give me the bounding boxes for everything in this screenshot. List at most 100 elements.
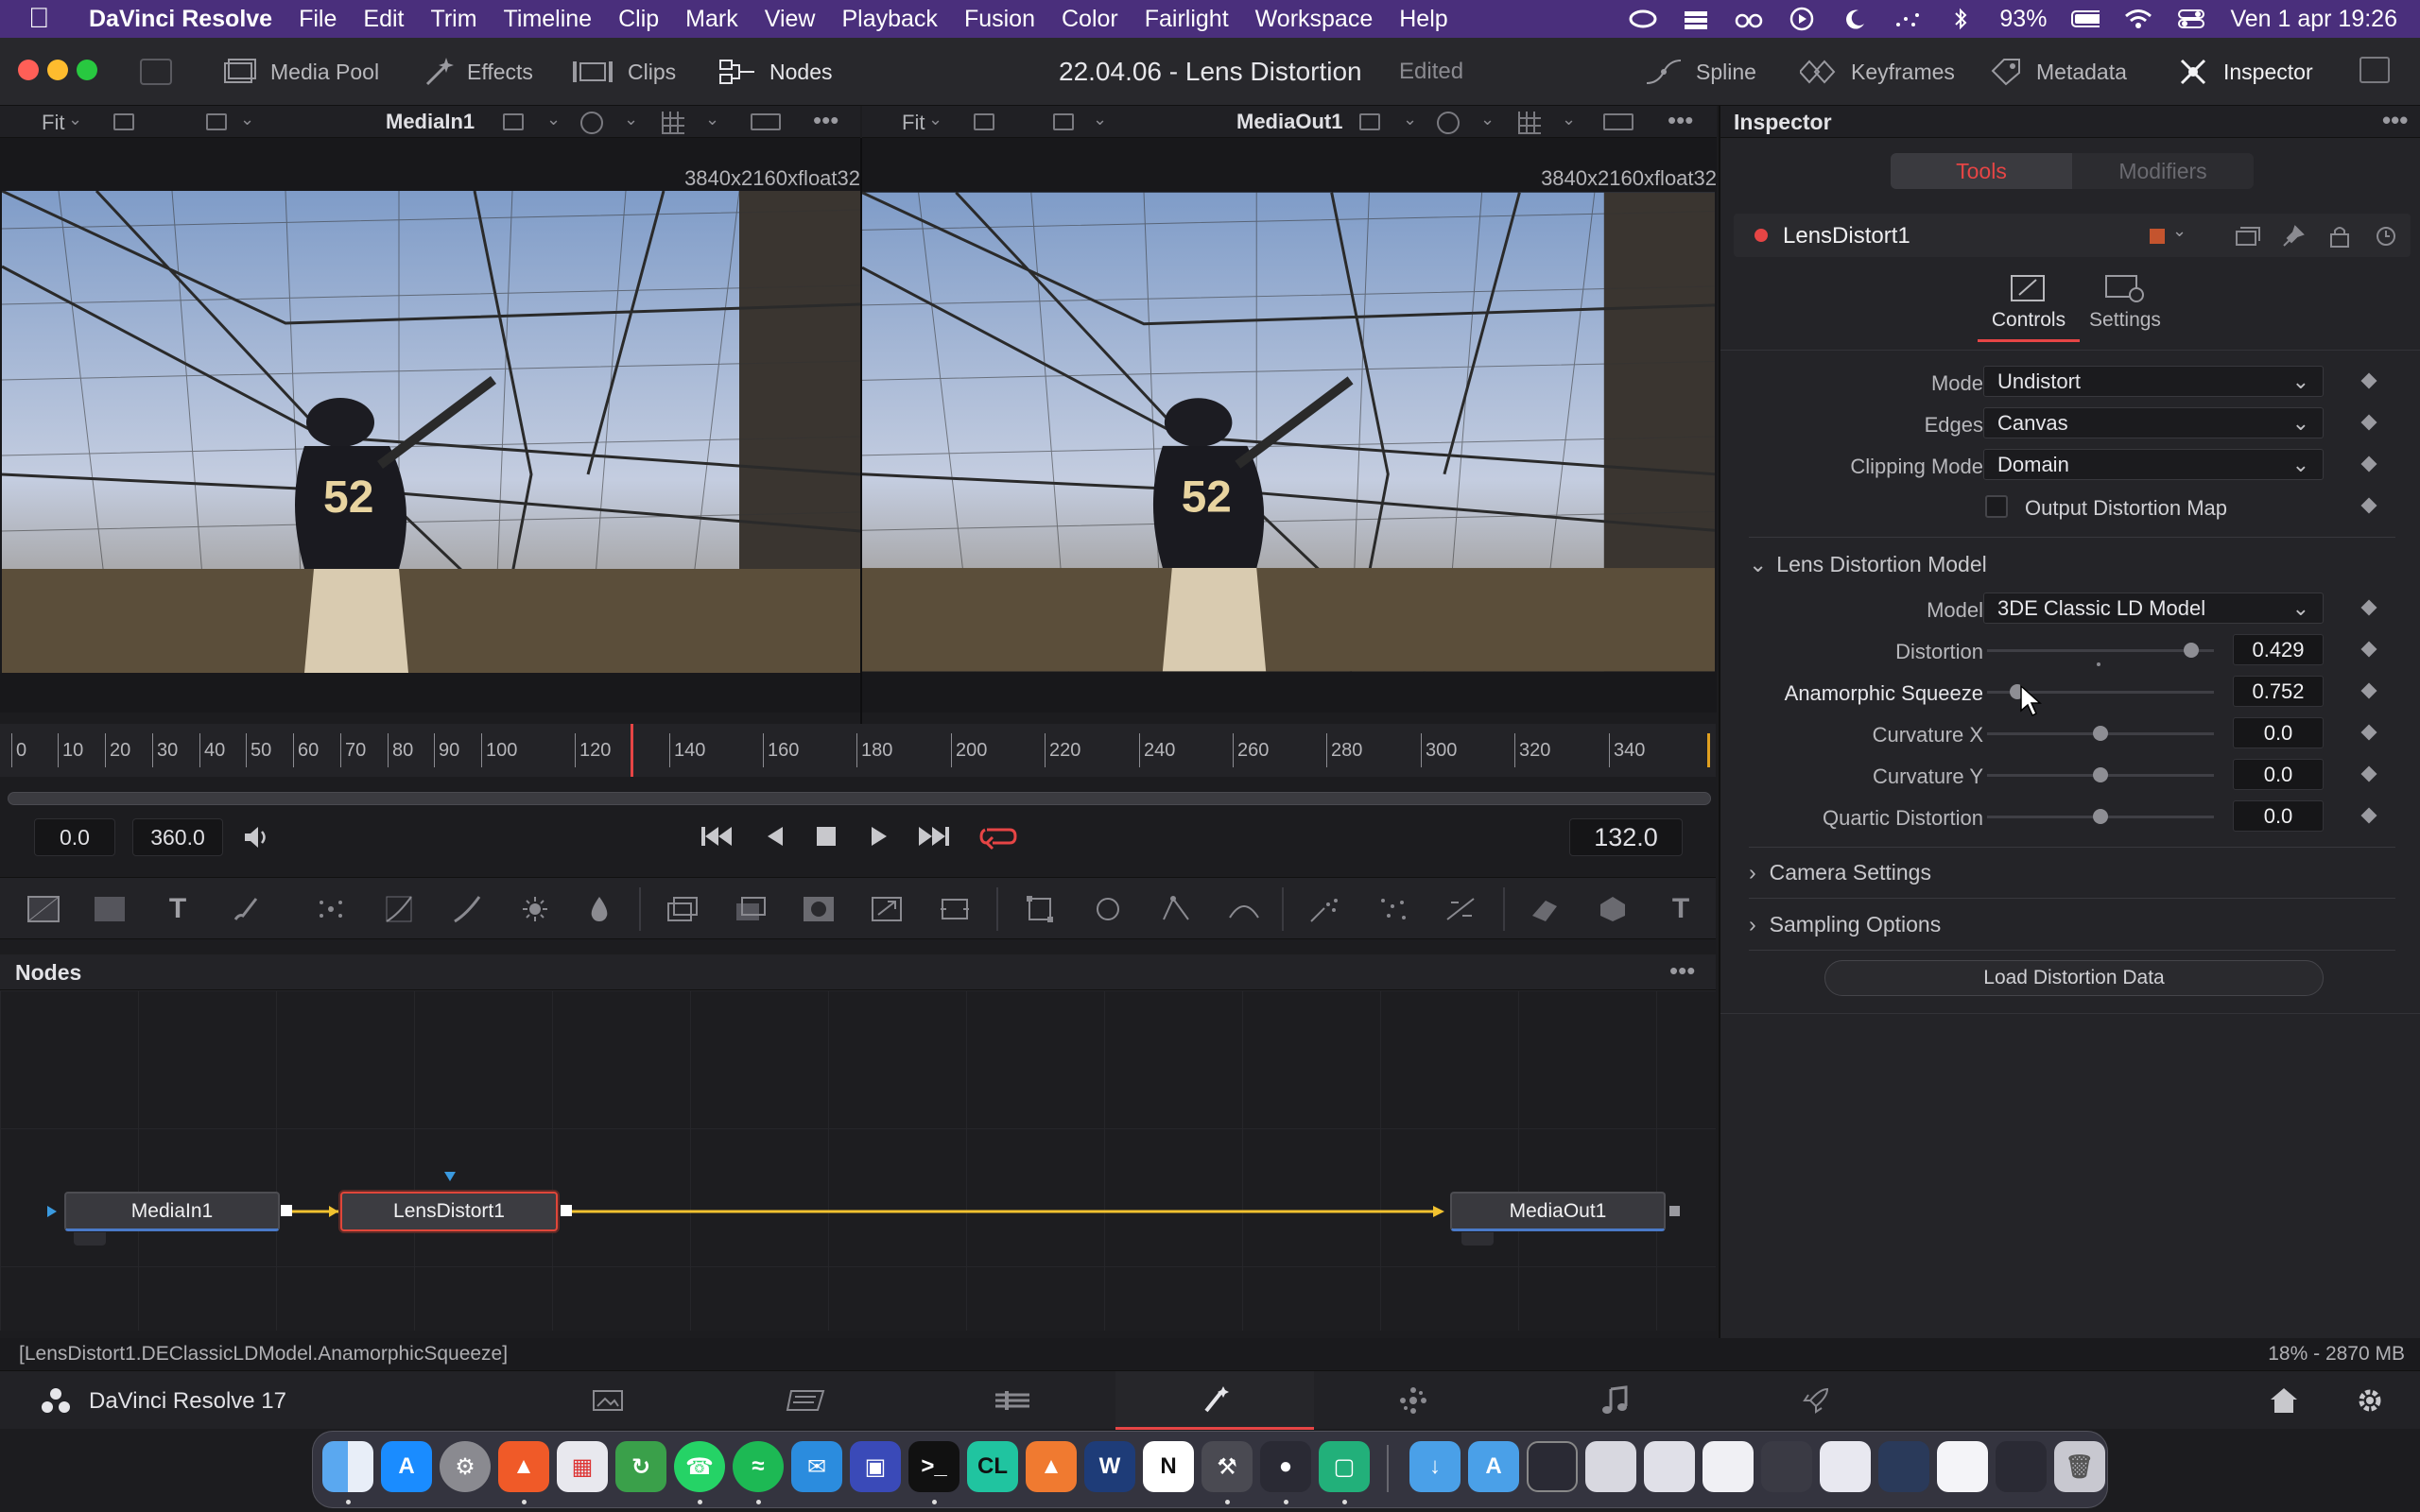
- dots-grid-icon[interactable]: [1893, 7, 1922, 31]
- grid-icon[interactable]: [1518, 112, 1541, 134]
- window-thumbnail[interactable]: [1761, 1441, 1812, 1492]
- output-map-checkbox[interactable]: [1985, 495, 2008, 518]
- launchpad-icon[interactable]: ▦: [557, 1441, 608, 1492]
- color-swatch-icon[interactable]: [2150, 229, 2165, 244]
- davinci-resolve-icon[interactable]: ●: [1260, 1441, 1311, 1492]
- home-icon[interactable]: [2269, 1386, 2299, 1419]
- menu-app-name[interactable]: DaVinci Resolve: [89, 6, 272, 33]
- version-icon[interactable]: [2235, 226, 2261, 251]
- more-options-icon[interactable]: •••: [1669, 956, 1695, 986]
- render-start-field[interactable]: 0.0: [34, 818, 115, 856]
- layout-icon[interactable]: [113, 113, 134, 130]
- video-app-icon[interactable]: ▢: [1319, 1441, 1370, 1492]
- play-forward-icon[interactable]: [868, 822, 890, 855]
- menu-clip[interactable]: Clip: [618, 6, 659, 33]
- bluetooth-icon[interactable]: [1946, 7, 1975, 31]
- curvature-x-field[interactable]: 0.0: [2233, 717, 2324, 748]
- merge-tool-icon[interactable]: [664, 891, 701, 927]
- resize-tool-icon[interactable]: [868, 891, 906, 927]
- menu-fairlight[interactable]: Fairlight: [1145, 6, 1229, 33]
- chevron-down-icon[interactable]: ⌄: [2172, 221, 2187, 241]
- matlab-icon[interactable]: ▲: [1026, 1441, 1077, 1492]
- node-mediain1[interactable]: MediaIn1: [64, 1192, 280, 1231]
- window-thumbnail[interactable]: [1820, 1441, 1871, 1492]
- node-lensdistort1[interactable]: LensDistort1: [340, 1192, 558, 1231]
- reset-icon[interactable]: [2375, 225, 2397, 252]
- node-mediaout1[interactable]: MediaOut1: [1450, 1192, 1666, 1231]
- section-lens-model[interactable]: ⌄ Lens Distortion Model: [1749, 552, 1987, 577]
- quartic-distortion-field[interactable]: 0.0: [2233, 800, 2324, 832]
- sync-app-icon[interactable]: ↻: [615, 1441, 666, 1492]
- clion-icon[interactable]: CL: [967, 1441, 1018, 1492]
- prender-icon[interactable]: [1374, 891, 1412, 927]
- grid-icon[interactable]: [662, 112, 684, 134]
- distortion-field[interactable]: 0.429: [2233, 634, 2324, 665]
- blur-drop-icon[interactable]: [580, 891, 618, 927]
- webex-icon[interactable]: W: [1084, 1441, 1135, 1492]
- fairlight-page-button[interactable]: [1516, 1371, 1715, 1430]
- tool-active-dot[interactable]: [1754, 229, 1768, 242]
- keyframe-diamond-icon[interactable]: [2360, 599, 2377, 616]
- anamorphic-squeeze-field[interactable]: 0.752: [2233, 676, 2324, 707]
- pin-icon[interactable]: [2282, 225, 2305, 252]
- bspline-mask-icon[interactable]: [1225, 891, 1263, 927]
- menu-view[interactable]: View: [765, 6, 816, 33]
- mode-dropdown[interactable]: Undistort ⌄: [1983, 366, 2324, 397]
- xcode-icon[interactable]: ⚒: [1201, 1441, 1253, 1492]
- clipping-mode-dropdown[interactable]: Domain ⌄: [1983, 449, 2324, 480]
- play-reverse-icon[interactable]: [764, 822, 786, 855]
- close-window-button[interactable]: [18, 60, 39, 80]
- background-tool-icon[interactable]: [25, 891, 62, 927]
- node-output-port[interactable]: [281, 1205, 292, 1216]
- chevron-down-icon[interactable]: ⌄: [624, 110, 638, 129]
- battery-icon[interactable]: [2071, 7, 2100, 31]
- lock-icon[interactable]: [2329, 225, 2350, 252]
- channel-icon[interactable]: [1053, 113, 1074, 130]
- glasses-icon[interactable]: [1735, 7, 1763, 31]
- node-output-port[interactable]: [1669, 1206, 1680, 1216]
- media-pool-button[interactable]: Media Pool: [223, 51, 379, 93]
- menu-help[interactable]: Help: [1399, 6, 1447, 33]
- fullscreen-viewer-icon[interactable]: [2360, 57, 2390, 83]
- edges-dropdown[interactable]: Canvas ⌄: [1983, 407, 2324, 438]
- wifi-icon[interactable]: [2124, 7, 2152, 31]
- node-output-port[interactable]: [561, 1205, 572, 1216]
- render-end-field[interactable]: 360.0: [132, 818, 223, 856]
- chevron-down-icon[interactable]: ⌄: [1093, 110, 1107, 129]
- effects-button[interactable]: Effects: [422, 51, 533, 93]
- media-page-button[interactable]: [509, 1371, 707, 1430]
- chevron-down-icon[interactable]: ⌄: [928, 110, 942, 129]
- play-circle-icon[interactable]: [1788, 7, 1816, 31]
- control-center-icon[interactable]: [2177, 7, 2205, 31]
- menu-timeline[interactable]: Timeline: [504, 6, 593, 33]
- sidebar-toggle-icon[interactable]: [140, 59, 172, 85]
- model-dropdown[interactable]: 3DE Classic LD Model ⌄: [1983, 593, 2324, 624]
- layout-icon[interactable]: [974, 113, 994, 130]
- node-graph[interactable]: MediaIn1 LensDistort1 MediaOut1: [0, 990, 1716, 1331]
- app-store-icon[interactable]: A: [381, 1441, 432, 1492]
- inspector-button[interactable]: Inspector: [2176, 51, 2313, 93]
- menu-trim[interactable]: Trim: [430, 6, 476, 33]
- distortion-slider[interactable]: [1987, 649, 2214, 652]
- keyframe-diamond-icon[interactable]: [2360, 765, 2377, 782]
- chevron-down-icon[interactable]: ⌄: [705, 110, 719, 129]
- node-view-indicator[interactable]: [74, 1232, 106, 1246]
- window-thumbnail[interactable]: [1527, 1441, 1578, 1492]
- particles-tool-icon[interactable]: [312, 891, 350, 927]
- transform-tool-icon[interactable]: [936, 891, 974, 927]
- layers-tool-icon[interactable]: [732, 891, 769, 927]
- time-scrubber[interactable]: [8, 792, 1711, 805]
- color-page-button[interactable]: [1314, 1371, 1512, 1430]
- polygon-mask-icon[interactable]: [1157, 891, 1195, 927]
- loop-icon[interactable]: [979, 822, 1017, 855]
- curvature-y-slider-knob[interactable]: [2093, 767, 2108, 782]
- current-time-field[interactable]: 132.0: [1569, 818, 1683, 856]
- mail-app-icon[interactable]: ✉: [791, 1441, 842, 1492]
- cut-page-button[interactable]: [707, 1371, 906, 1430]
- right-fit-dropdown[interactable]: Fit: [902, 111, 925, 135]
- system-preferences-icon[interactable]: ⚙: [440, 1441, 491, 1492]
- window-thumbnail[interactable]: [1937, 1441, 1988, 1492]
- fast-noise-tool-icon[interactable]: [91, 891, 129, 927]
- window-thumbnail[interactable]: [1644, 1441, 1695, 1492]
- keyframe-diamond-icon[interactable]: [2360, 807, 2377, 824]
